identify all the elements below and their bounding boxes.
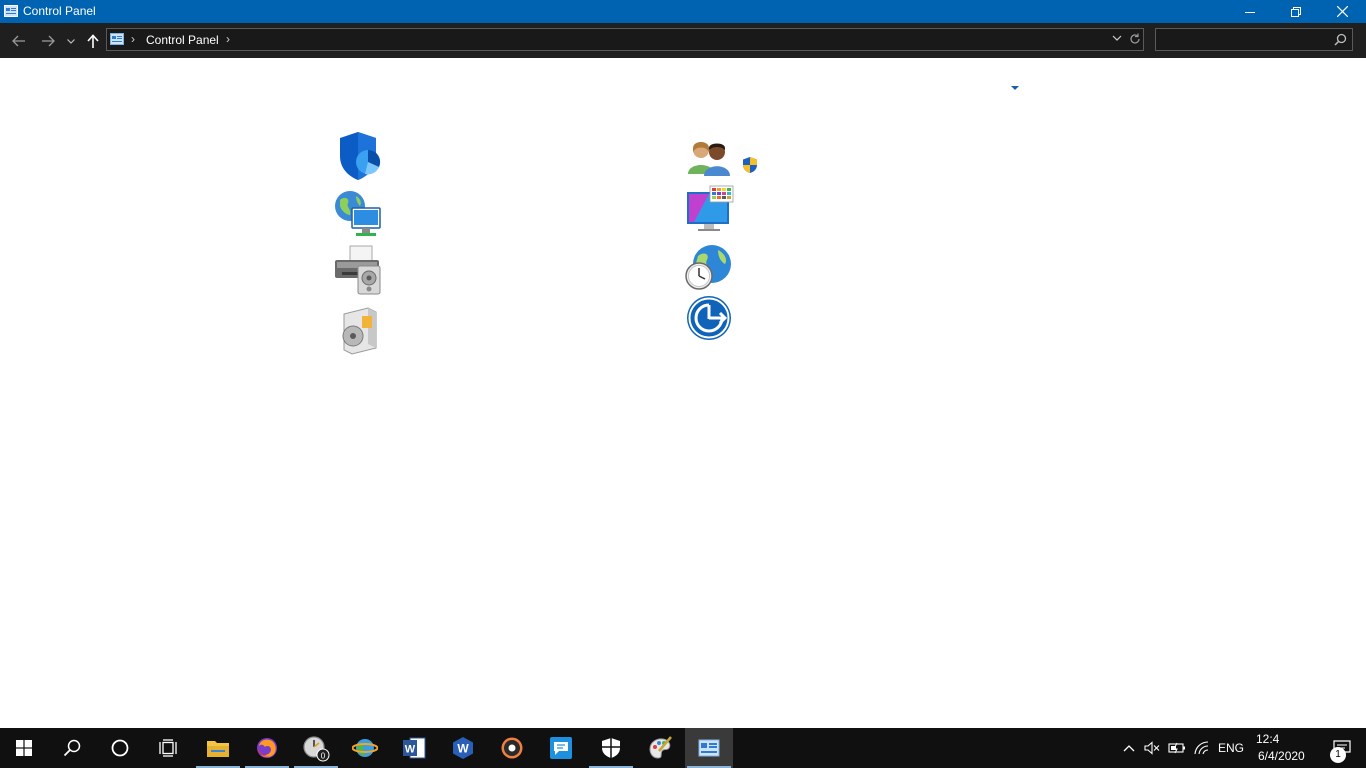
task-view-icon (159, 739, 177, 757)
navigation-bar: › Control Panel › (0, 23, 1366, 58)
file-explorer-icon (207, 741, 229, 757)
search-taskbar-button[interactable] (48, 728, 96, 768)
network-globe-monitor-icon[interactable] (332, 188, 384, 240)
minimize-icon (1245, 11, 1255, 13)
user-accounts-icon[interactable] (684, 130, 736, 182)
back-button[interactable] (9, 31, 29, 51)
ease-of-access-icon[interactable] (684, 294, 736, 346)
cortana-icon (111, 739, 129, 757)
arrow-up-icon (87, 34, 99, 48)
search-input[interactable] (1160, 31, 1320, 48)
control-panel-icon (4, 5, 18, 17)
window-title: Control Panel (23, 4, 96, 18)
clock-globe-region-icon[interactable] (684, 242, 736, 294)
battery-charging-icon (1168, 742, 1185, 754)
refresh-icon[interactable] (1128, 32, 1142, 46)
arrow-left-icon (12, 35, 25, 47)
globe-app-icon (352, 739, 378, 757)
messaging-button[interactable] (537, 728, 585, 768)
network-button[interactable] (1191, 728, 1213, 768)
chevron-up-icon (1123, 745, 1135, 752)
media-player-icon (501, 737, 523, 759)
address-bar[interactable]: › Control Panel › (106, 28, 1144, 51)
appearance-monitor-icon[interactable] (684, 184, 736, 236)
firefox-icon (257, 738, 277, 758)
volume-muted-icon (1144, 741, 1160, 755)
language-label: ENG (1217, 741, 1244, 755)
control-panel-taskbar-button[interactable] (685, 728, 733, 768)
battery-button[interactable] (1166, 728, 1188, 768)
search-icon[interactable] (1334, 33, 1347, 46)
uac-shield-icon (743, 157, 757, 173)
printer-hardware-icon[interactable] (332, 244, 384, 296)
arrow-right-icon (42, 35, 55, 47)
word-button[interactable]: W (390, 728, 438, 768)
wps-icon: W (453, 737, 473, 759)
up-button[interactable] (83, 31, 103, 51)
address-history-chevron-icon[interactable] (1112, 33, 1122, 43)
close-icon (1336, 6, 1348, 17)
view-by-dropdown-arrow-icon[interactable] (1011, 86, 1019, 90)
globe-app-button[interactable] (341, 728, 389, 768)
svg-text:0: 0 (321, 752, 326, 761)
clock-time: 12:4 (1256, 732, 1280, 746)
volume-button[interactable] (1141, 728, 1163, 768)
control-panel-content (0, 58, 1366, 728)
media-player-button[interactable] (488, 728, 536, 768)
restore-icon (1291, 6, 1301, 17)
wps-button[interactable]: W (439, 728, 487, 768)
file-explorer-button[interactable] (194, 728, 242, 768)
paint-button[interactable] (636, 728, 684, 768)
windows-security-icon (602, 738, 620, 758)
clock-app-button[interactable]: 0 (292, 728, 340, 768)
programs-disc-box-icon[interactable] (332, 304, 384, 356)
chevron-down-icon (67, 38, 75, 44)
chevron-right-icon[interactable]: › (131, 32, 135, 46)
wifi-icon (1194, 741, 1209, 755)
chevron-right-icon[interactable]: › (226, 32, 230, 46)
taskbar: 0 W W ENG 12:4 6/4/2020 1 (0, 728, 1366, 768)
svg-text:W: W (457, 742, 469, 756)
notification-count-badge: 1 (1330, 747, 1346, 763)
control-panel-icon (110, 33, 124, 45)
task-view-button[interactable] (144, 728, 192, 768)
messaging-icon (550, 737, 572, 759)
restore-button[interactable] (1273, 0, 1319, 23)
security-button[interactable] (587, 728, 635, 768)
clock-date: 6/4/2020 (1258, 749, 1305, 763)
forward-button[interactable] (38, 31, 58, 51)
search-box[interactable] (1155, 28, 1353, 51)
minimize-button[interactable] (1227, 0, 1273, 23)
breadcrumb-control-panel[interactable]: Control Panel (146, 33, 219, 47)
control-panel-icon (698, 739, 720, 757)
start-button[interactable] (0, 728, 48, 768)
title-bar: Control Panel (0, 0, 1366, 23)
search-icon (63, 739, 81, 757)
windows-logo-icon (16, 740, 32, 756)
shield-security-icon[interactable] (332, 130, 384, 182)
paint-icon (649, 736, 672, 759)
cortana-button[interactable] (96, 728, 144, 768)
firefox-button[interactable] (243, 728, 291, 768)
close-button[interactable] (1319, 0, 1365, 23)
show-hidden-icons-button[interactable] (1118, 728, 1140, 768)
recent-locations-button[interactable] (64, 31, 78, 51)
word-icon: W (403, 737, 426, 759)
clock-button[interactable]: 12:4 6/4/2020 (1248, 731, 1314, 765)
svg-text:W: W (405, 744, 416, 756)
clock-app-icon: 0 (303, 736, 330, 762)
language-indicator[interactable]: ENG (1214, 728, 1248, 768)
